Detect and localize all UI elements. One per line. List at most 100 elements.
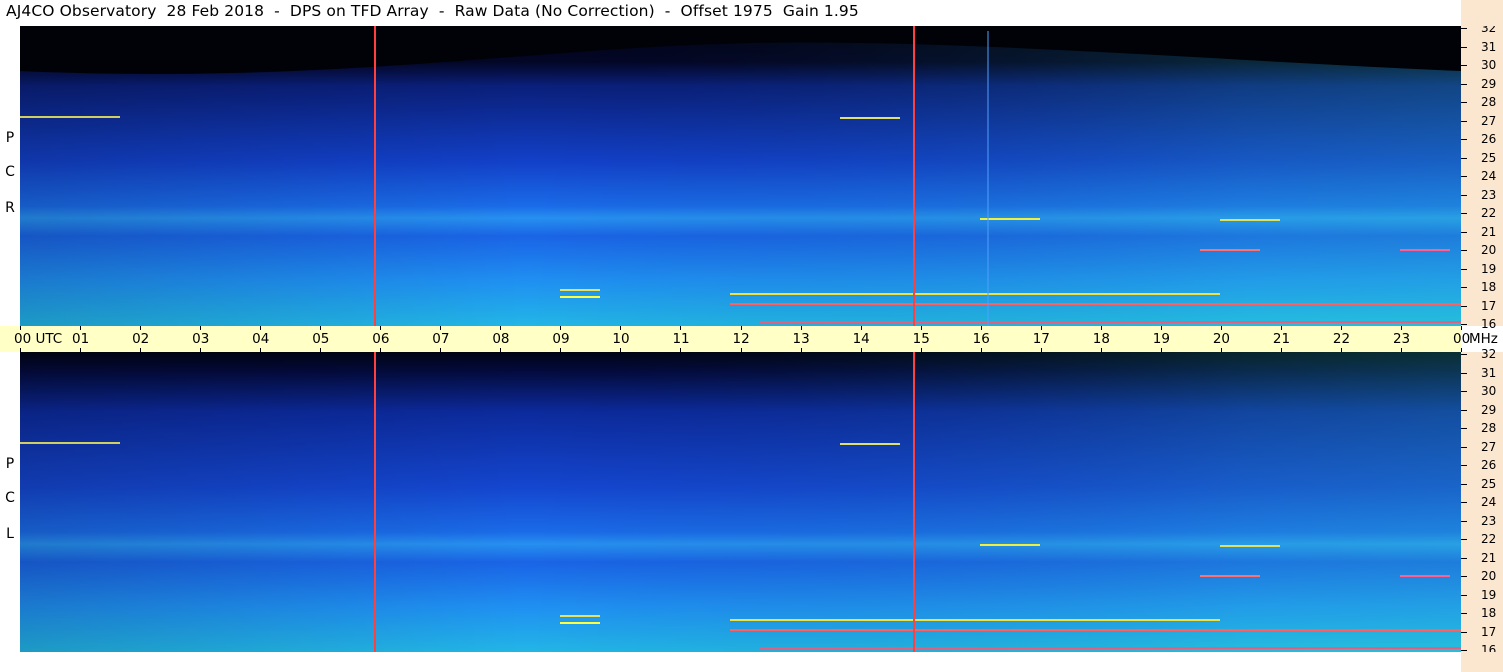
rcp-spectrogram xyxy=(20,26,1461,326)
utc-tick: 08 xyxy=(492,326,510,352)
utc-tick: 15 xyxy=(913,326,930,352)
chart-title: AJ4CO Observatory 28 Feb 2018 - DPS on T… xyxy=(6,2,859,20)
freq-tick-label: 22 xyxy=(1481,532,1497,546)
freq-tick-label: 31 xyxy=(1481,39,1497,54)
lcp-label: P C L xyxy=(0,352,20,652)
rcp-frequency-axis: 32 31 30 29 28 27 26 25 24 23 22 21 20 19 18 17 16 xyxy=(1461,21,1503,331)
utc-tick-label: 05 xyxy=(312,331,330,347)
freq-tick-label: 28 xyxy=(1481,421,1497,435)
utc-tick: 12 xyxy=(733,326,750,352)
lcp-label-char: P xyxy=(5,456,15,472)
freq-tick-label: 25 xyxy=(1481,150,1497,165)
utc-tick-label: 19 xyxy=(1152,331,1170,347)
lcp-label-char: L xyxy=(6,526,14,542)
utc-tick-label: 11 xyxy=(672,331,690,347)
utc-tick: 04 xyxy=(252,326,269,352)
utc-tick-label: 07 xyxy=(432,331,450,347)
utc-tick-label: 08 xyxy=(492,331,510,347)
utc-tick: 03 xyxy=(192,326,209,352)
utc-tick: 05 xyxy=(312,326,329,352)
utc-tick: 01 xyxy=(72,326,89,352)
utc-tick: 14 xyxy=(853,326,870,352)
utc-tick-label: 12 xyxy=(732,331,750,347)
freq-tick-label: 16 xyxy=(1481,317,1497,331)
utc-tick: 21 xyxy=(1273,326,1290,352)
utc-tick-label: 04 xyxy=(252,331,270,347)
freq-tick-label: 32 xyxy=(1481,347,1497,361)
utc-tick: 10 xyxy=(612,326,630,352)
freq-tick-label: 24 xyxy=(1481,495,1497,509)
freq-tick-label: 17 xyxy=(1481,624,1497,639)
utc-time-axis: 00 UTC 01 02 03 04 05 06 07 08 09 10 11 12 13 14 15 16 17… xyxy=(0,326,1470,352)
utc-tick: 13 xyxy=(793,326,810,352)
freq-tick-label: 30 xyxy=(1481,58,1497,72)
utc-tick-label: 06 xyxy=(372,331,390,347)
utc-tick-label: 09 xyxy=(552,331,570,347)
lcp-frequency-axis: 32 31 30 29 28 27 26 25 24 23 22 21 20 19 18 17 16 xyxy=(1461,347,1503,657)
utc-tick-label: 00 xyxy=(1453,331,1471,347)
freq-tick-label: 28 xyxy=(1481,95,1497,109)
utc-tick-label: 20 xyxy=(1212,331,1231,347)
utc-tick-label: 17 xyxy=(1032,331,1050,347)
utc-tick-label: 03 xyxy=(192,331,210,347)
utc-tick-label: 00 UTC xyxy=(14,331,63,347)
freq-axis-foot xyxy=(1461,652,1503,672)
freq-tick-label: 19 xyxy=(1481,587,1497,602)
utc-tick: 06 xyxy=(372,326,389,352)
freq-tick-label: 30 xyxy=(1481,384,1497,398)
utc-tick: 19 xyxy=(1153,326,1170,352)
freq-tick-label: 24 xyxy=(1481,169,1497,183)
freq-tick-label: 19 xyxy=(1481,261,1497,276)
freq-tick-label: 17 xyxy=(1481,298,1497,313)
mhz-unit-label: MHz xyxy=(1469,331,1498,347)
freq-axis-cap xyxy=(1461,0,1503,26)
rcp-label-char: P xyxy=(5,130,15,146)
rcp-label: P C R xyxy=(0,26,20,326)
utc-tick: 11 xyxy=(672,326,690,352)
freq-tick-label: 26 xyxy=(1481,458,1497,472)
freq-tick-label: 31 xyxy=(1481,365,1497,380)
utc-tick-label: 16 xyxy=(972,331,990,347)
freq-tick-label: 27 xyxy=(1481,439,1497,454)
utc-tick-label: 22 xyxy=(1332,331,1351,347)
utc-tick: 23 xyxy=(1393,326,1410,352)
utc-tick-label: 21 xyxy=(1272,331,1291,347)
utc-tick: 18 xyxy=(1093,326,1110,352)
lcp-spectrogram-image xyxy=(20,352,1461,652)
freq-tick-label: 20 xyxy=(1481,243,1497,257)
utc-tick-label: 15 xyxy=(912,331,930,347)
utc-tick: 16 xyxy=(973,326,990,352)
freq-tick-label: 29 xyxy=(1481,76,1497,91)
utc-tick: 17 xyxy=(1033,326,1050,352)
freq-tick-label: 23 xyxy=(1481,187,1497,202)
freq-tick-label: 25 xyxy=(1481,476,1497,491)
freq-tick-label: 21 xyxy=(1481,224,1497,239)
freq-tick-label: 23 xyxy=(1481,513,1497,528)
utc-tick: 00 xyxy=(1453,326,1470,352)
freq-tick-label: 20 xyxy=(1481,569,1497,583)
rcp-spectrogram-image xyxy=(20,26,1461,326)
utc-tick: 00 UTC xyxy=(14,326,62,352)
rcp-label-char: C xyxy=(5,164,15,180)
utc-tick: 07 xyxy=(432,326,449,352)
utc-tick-label: 10 xyxy=(612,331,630,347)
freq-tick-label: 21 xyxy=(1481,550,1497,565)
lcp-spectrogram xyxy=(20,352,1461,652)
freq-tick-label: 22 xyxy=(1481,206,1497,220)
utc-tick-label: 01 xyxy=(72,331,90,347)
utc-tick: 20 xyxy=(1213,326,1230,352)
freq-tick-label: 29 xyxy=(1481,402,1497,417)
freq-tick-label: 27 xyxy=(1481,113,1497,128)
freq-tick-label: 18 xyxy=(1481,280,1497,294)
utc-tick-label: 13 xyxy=(792,331,810,347)
lcp-label-char: C xyxy=(5,490,15,506)
utc-tick-label: 02 xyxy=(132,331,150,347)
utc-tick: 09 xyxy=(552,326,570,352)
utc-tick-label: 18 xyxy=(1092,331,1110,347)
freq-tick-label: 18 xyxy=(1481,606,1497,620)
utc-tick: 02 xyxy=(132,326,149,352)
rcp-label-char: R xyxy=(5,200,15,216)
utc-tick-label: 23 xyxy=(1392,331,1411,347)
utc-tick-label: 14 xyxy=(852,331,870,347)
freq-tick-label: 26 xyxy=(1481,132,1497,146)
